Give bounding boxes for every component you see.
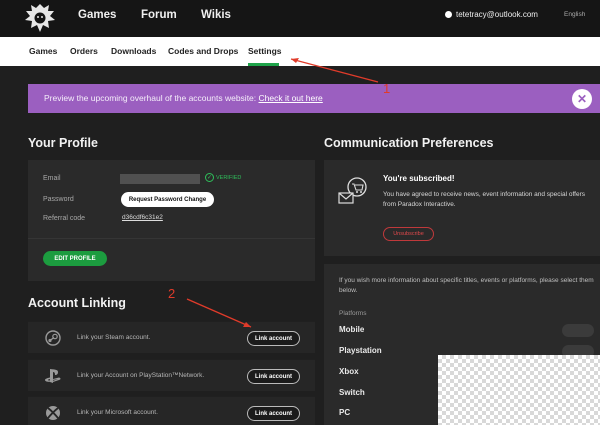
- subnav-orders[interactable]: Orders: [70, 46, 98, 56]
- link-steam-button[interactable]: Link account: [247, 331, 300, 346]
- lion-logo-icon[interactable]: [23, 2, 57, 34]
- platform-playstation: Playstation: [339, 346, 382, 355]
- divider: [28, 238, 315, 239]
- link-steam-text: Link your Steam account.: [77, 334, 151, 341]
- link-row-playstation: Link your Account on PlayStation™Network…: [28, 359, 315, 391]
- link-row-steam: Link your Steam account. Link account: [28, 321, 315, 353]
- unsubscribe-button[interactable]: Unsubscribe: [383, 227, 434, 241]
- subnav-games[interactable]: Games: [29, 46, 57, 56]
- link-row-microsoft: Link your Microsoft account. Link accoun…: [28, 396, 315, 425]
- verified-badge: ✓ VERIFIED: [205, 173, 241, 182]
- toggle-mobile[interactable]: [562, 324, 594, 337]
- platforms-label: Platforms: [339, 310, 367, 317]
- request-password-change-button[interactable]: Request Password Change: [121, 192, 214, 207]
- platform-switch: Switch: [339, 388, 365, 397]
- language-selector[interactable]: English: [564, 11, 585, 18]
- link-playstation-text: Link your Account on PlayStation™Network…: [77, 372, 205, 379]
- newsletter-icon: [338, 177, 367, 204]
- nav-games[interactable]: Games: [78, 9, 116, 21]
- preview-banner: Preview the upcoming overhaul of the acc…: [28, 84, 600, 113]
- edit-profile-button[interactable]: EDIT PROFILE: [43, 251, 107, 266]
- banner-link[interactable]: Check it out here: [259, 93, 323, 103]
- playstation-icon: [45, 369, 61, 383]
- annotation-2: 2: [168, 286, 176, 301]
- banner-message: Preview the upcoming overhaul of the acc…: [44, 93, 259, 103]
- email-value: [120, 174, 200, 184]
- subscribed-text: You have agreed to receive news, event i…: [383, 191, 585, 208]
- link-microsoft-text: Link your Microsoft account.: [77, 409, 158, 416]
- profile-title: Your Profile: [28, 136, 98, 150]
- communication-title: Communication Preferences: [324, 136, 494, 150]
- platform-pc: PC: [339, 408, 351, 417]
- subnav-downloads[interactable]: Downloads: [111, 46, 156, 56]
- account-email: tetetracy@outlook.com: [456, 10, 538, 19]
- platform-mobile: Mobile: [339, 325, 365, 334]
- nav-wikis[interactable]: Wikis: [201, 9, 231, 21]
- email-label: Email: [43, 175, 61, 182]
- preferences-info: If you wish more information about speci…: [339, 277, 594, 294]
- referral-label: Referral code: [43, 215, 86, 222]
- transparency-area: [438, 355, 600, 425]
- subnav-settings[interactable]: Settings: [248, 46, 282, 56]
- steam-icon: [45, 330, 61, 346]
- check-icon: ✓: [205, 173, 214, 182]
- link-microsoft-button[interactable]: Link account: [247, 406, 300, 421]
- referral-code[interactable]: d36cdf6c31e2: [122, 214, 163, 221]
- active-tab-indicator: [248, 63, 279, 66]
- subscribed-title: You're subscribed!: [383, 174, 455, 183]
- xbox-icon: [46, 406, 60, 420]
- subnav-codes-and-drops[interactable]: Codes and Drops: [168, 46, 238, 56]
- avatar: [445, 11, 452, 18]
- verified-label: VERIFIED: [216, 174, 242, 181]
- password-label: Password: [43, 196, 74, 203]
- close-icon[interactable]: ✕: [572, 89, 592, 109]
- link-playstation-button[interactable]: Link account: [247, 369, 300, 384]
- banner-text: Preview the upcoming overhaul of the acc…: [44, 93, 323, 103]
- platform-xbox: Xbox: [339, 367, 359, 376]
- account-menu[interactable]: tetetracy@outlook.com: [445, 10, 538, 19]
- account-linking-title: Account Linking: [28, 296, 126, 310]
- nav-forum[interactable]: Forum: [141, 9, 177, 21]
- annotation-1: 1: [383, 81, 391, 96]
